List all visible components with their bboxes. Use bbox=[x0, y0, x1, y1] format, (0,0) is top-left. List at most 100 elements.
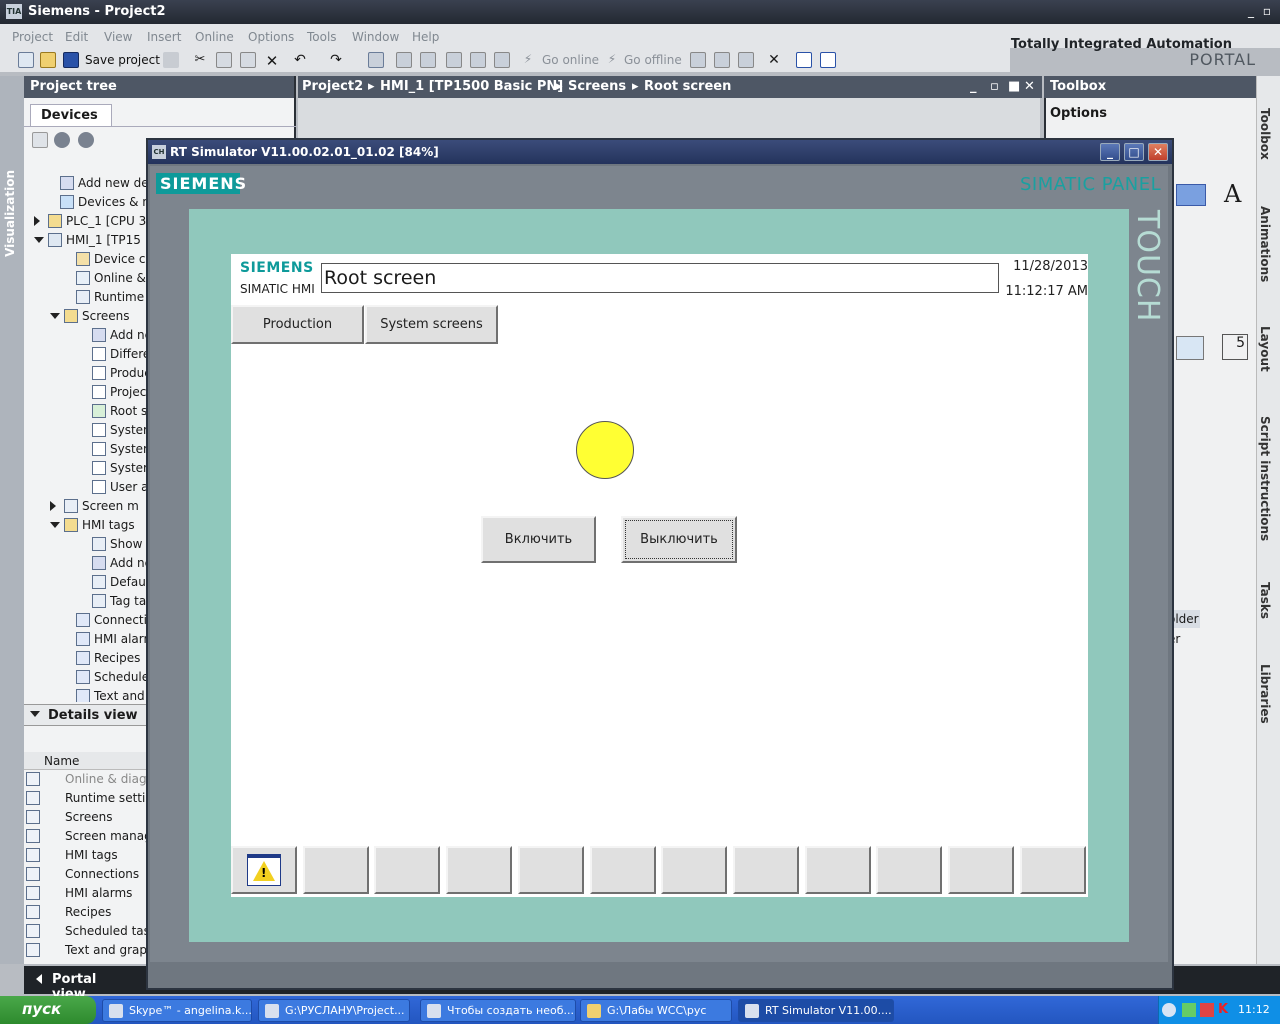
restore-icon[interactable]: ▫ bbox=[1260, 4, 1274, 18]
menu-edit[interactable]: Edit bbox=[65, 30, 88, 44]
on-button[interactable]: Включить bbox=[481, 516, 596, 563]
function-key[interactable] bbox=[590, 846, 656, 894]
task-folder[interactable]: G:\Лабы WCC\рус bbox=[580, 999, 732, 1022]
upload-icon[interactable] bbox=[420, 52, 436, 68]
date-time-field-icon[interactable]: 5 bbox=[1222, 334, 1248, 360]
tab-libraries[interactable]: Libraries bbox=[1258, 664, 1272, 724]
redo-icon[interactable]: ↷ bbox=[328, 52, 344, 68]
system-screens-button[interactable]: System screens bbox=[365, 305, 498, 344]
function-key[interactable] bbox=[518, 846, 584, 894]
accessible-devices-icon[interactable] bbox=[690, 52, 706, 68]
function-key[interactable] bbox=[661, 846, 727, 894]
undo-icon[interactable]: ↶ bbox=[292, 52, 308, 68]
menu-tools[interactable]: Tools bbox=[307, 30, 337, 44]
breadcrumb-device[interactable]: HMI_1 [TP1500 Basic PN] bbox=[380, 79, 563, 94]
copy-icon[interactable] bbox=[216, 52, 232, 68]
go-online-button[interactable]: Go online bbox=[542, 53, 599, 67]
back-icon[interactable] bbox=[54, 132, 70, 148]
expanded-arrow-icon[interactable] bbox=[50, 313, 60, 319]
forward-icon[interactable] bbox=[78, 132, 94, 148]
network-icon[interactable] bbox=[1182, 1003, 1196, 1017]
download-icon[interactable] bbox=[396, 52, 412, 68]
function-key[interactable] bbox=[1020, 846, 1086, 894]
function-key[interactable] bbox=[733, 846, 799, 894]
menu-insert[interactable]: Insert bbox=[147, 30, 181, 44]
collapse-icon[interactable] bbox=[30, 711, 40, 717]
production-button[interactable]: Production bbox=[231, 305, 364, 344]
minimize-icon[interactable]: _ bbox=[1244, 4, 1258, 18]
menu-window[interactable]: Window bbox=[352, 30, 399, 44]
go-offline-icon[interactable]: ⚡ bbox=[604, 52, 620, 68]
text-tool-icon[interactable]: A bbox=[1224, 180, 1241, 208]
save-project-button[interactable]: Save project bbox=[85, 53, 160, 67]
function-key[interactable] bbox=[303, 846, 369, 894]
runtime-icon[interactable] bbox=[494, 52, 510, 68]
alarm-indicator-key[interactable]: ! bbox=[231, 846, 297, 894]
compile-icon[interactable] bbox=[368, 52, 384, 68]
task-rt-simulator[interactable]: RT Simulator V11.00.... bbox=[738, 999, 894, 1022]
split-horizontal-icon[interactable] bbox=[796, 52, 812, 68]
graphic-view-icon[interactable] bbox=[1176, 336, 1204, 360]
menu-help[interactable]: Help bbox=[412, 30, 439, 44]
collapsed-arrow-icon[interactable] bbox=[34, 216, 40, 226]
function-key[interactable] bbox=[948, 846, 1014, 894]
collapsed-arrow-icon[interactable] bbox=[50, 501, 56, 511]
minimize-icon[interactable]: _ bbox=[970, 79, 977, 94]
new-folder-icon[interactable] bbox=[32, 132, 48, 148]
float-icon[interactable]: ▫ bbox=[990, 79, 999, 94]
menu-online[interactable]: Online bbox=[195, 30, 234, 44]
tree-item-label: Runtime s bbox=[94, 290, 148, 304]
menu-options[interactable]: Options bbox=[248, 30, 294, 44]
kaspersky-icon[interactable]: K bbox=[1218, 1002, 1228, 1017]
tab-tasks[interactable]: Tasks bbox=[1258, 582, 1272, 619]
visualization-tab[interactable]: Visualization bbox=[3, 170, 17, 257]
function-key[interactable] bbox=[446, 846, 512, 894]
save-icon[interactable] bbox=[63, 52, 79, 68]
split-vertical-icon[interactable] bbox=[820, 52, 836, 68]
rectangle-tool-icon[interactable] bbox=[1176, 184, 1206, 206]
maximize-icon[interactable]: ■ bbox=[1008, 79, 1020, 94]
go-offline-button[interactable]: Go offline bbox=[624, 53, 682, 67]
menu-project[interactable]: Project bbox=[12, 30, 53, 44]
task-skype[interactable]: Skype™ - angelina.k... bbox=[102, 999, 252, 1022]
tab-devices[interactable]: Devices bbox=[30, 104, 112, 126]
start-button[interactable]: пуск bbox=[0, 996, 96, 1024]
off-button[interactable]: Выключить bbox=[621, 516, 737, 563]
tab-toolbox[interactable]: Toolbox bbox=[1258, 108, 1272, 160]
split-editor-icon[interactable] bbox=[738, 52, 754, 68]
function-key[interactable] bbox=[805, 846, 871, 894]
portal-view-button[interactable]: Portal view bbox=[24, 966, 148, 1002]
tab-script-instructions[interactable]: Script instructions bbox=[1258, 416, 1272, 541]
tab-layout[interactable]: Layout bbox=[1258, 326, 1272, 372]
print-icon[interactable] bbox=[163, 52, 179, 68]
delete-icon[interactable]: ✕ bbox=[264, 52, 280, 70]
minimize-icon[interactable]: _ bbox=[1100, 143, 1120, 161]
close-icon[interactable]: ✕ bbox=[1148, 143, 1168, 161]
tab-animations[interactable]: Animations bbox=[1258, 206, 1272, 282]
go-online-icon[interactable]: ⚡ bbox=[520, 52, 536, 68]
close-icon[interactable]: ✕ bbox=[1024, 79, 1035, 94]
simulation-runtime-icon[interactable] bbox=[470, 52, 486, 68]
breadcrumb-root-screen[interactable]: Root screen bbox=[644, 79, 731, 94]
details-item-icon bbox=[26, 905, 40, 919]
task-document[interactable]: Чтобы создать необ... bbox=[420, 999, 576, 1022]
new-project-icon[interactable] bbox=[18, 52, 34, 68]
breadcrumb-project[interactable]: Project2 bbox=[302, 79, 363, 94]
start-simulation-icon[interactable] bbox=[446, 52, 462, 68]
maximize-icon[interactable]: □ bbox=[1124, 143, 1144, 161]
cross-reference-icon[interactable] bbox=[714, 52, 730, 68]
function-key[interactable] bbox=[876, 846, 942, 894]
tree-item-label: Show a bbox=[110, 537, 148, 551]
expanded-arrow-icon[interactable] bbox=[50, 522, 60, 528]
paste-icon[interactable] bbox=[240, 52, 256, 68]
breadcrumb-screens[interactable]: Screens bbox=[568, 79, 626, 94]
menu-view[interactable]: View bbox=[104, 30, 132, 44]
antivirus-icon[interactable] bbox=[1200, 1003, 1214, 1017]
tray-arrow-icon[interactable] bbox=[1162, 1003, 1176, 1017]
cut-icon[interactable]: ✂ bbox=[192, 52, 208, 68]
task-project-folder[interactable]: G:\РУСЛАНУ\Project... bbox=[258, 999, 410, 1022]
function-key[interactable] bbox=[374, 846, 440, 894]
close-editor-icon[interactable]: ✕ bbox=[766, 52, 782, 68]
open-project-icon[interactable] bbox=[40, 52, 56, 68]
expanded-arrow-icon[interactable] bbox=[34, 237, 44, 243]
